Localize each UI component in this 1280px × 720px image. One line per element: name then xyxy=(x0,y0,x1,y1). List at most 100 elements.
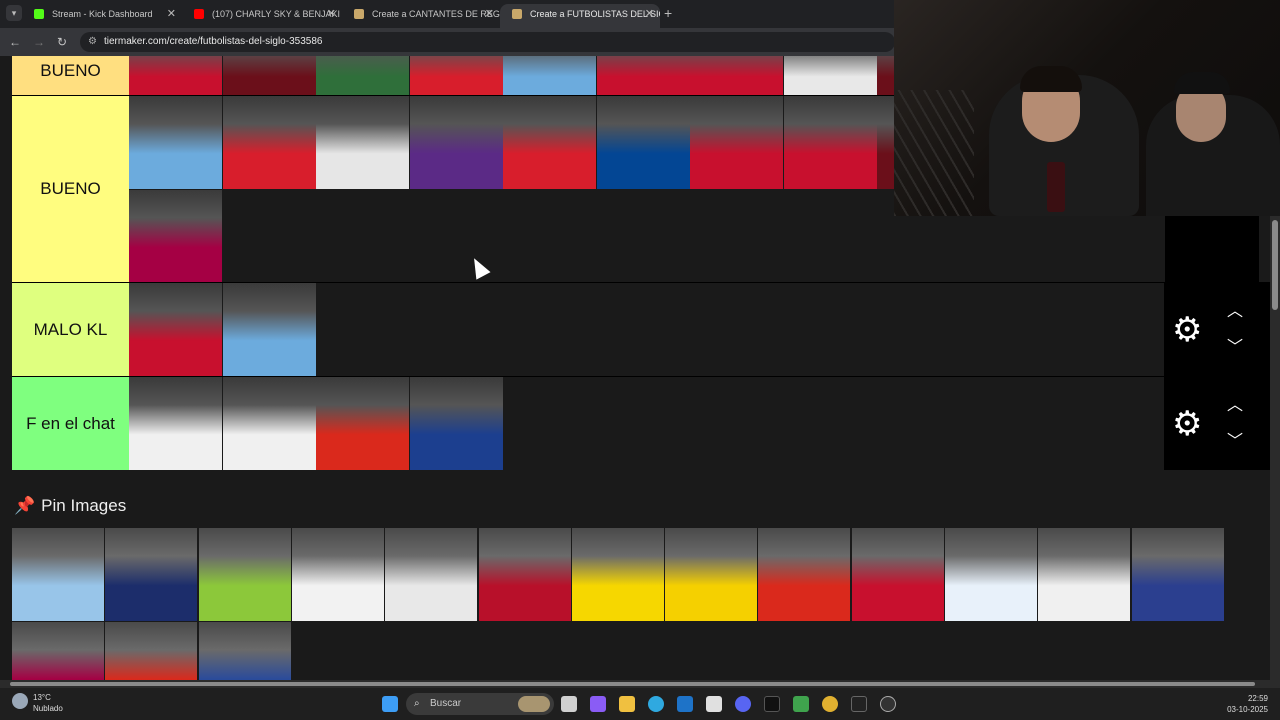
app-icon[interactable] xyxy=(880,696,896,712)
weather-temp: 13°C xyxy=(33,693,51,702)
gear-icon[interactable]: ⚙ xyxy=(1172,313,1202,347)
tier-label[interactable]: BUENO xyxy=(12,56,129,95)
scroll-thumb[interactable] xyxy=(10,682,1255,686)
pin-images-heading: 📌 Pin Images xyxy=(14,496,126,516)
player-image[interactable] xyxy=(478,528,571,621)
player-image[interactable] xyxy=(129,377,222,470)
close-icon[interactable]: ✕ xyxy=(485,4,494,24)
cup xyxy=(1047,162,1065,212)
forward-button[interactable]: → xyxy=(33,34,45,50)
player-image[interactable] xyxy=(198,528,291,621)
player-image[interactable] xyxy=(12,622,104,680)
player-image[interactable] xyxy=(851,528,944,621)
player-image[interactable] xyxy=(129,190,222,283)
move-up-icon[interactable]: ︿ xyxy=(1224,304,1246,320)
file-explorer-icon[interactable] xyxy=(619,696,635,712)
gear-icon[interactable]: ⚙ xyxy=(1172,407,1202,441)
tier-controls: ⚙ ︿ ﹀ xyxy=(1164,377,1270,470)
scroll-thumb[interactable] xyxy=(1272,220,1278,310)
url-field[interactable]: ⚙ tiermaker.com/create/futbolistas-del-s… xyxy=(80,32,895,52)
player-image[interactable] xyxy=(129,283,222,376)
player-image[interactable] xyxy=(222,377,316,470)
player-image[interactable] xyxy=(571,528,664,621)
url-text: tiermaker.com/create/futbolistas-del-sig… xyxy=(104,36,323,47)
player-image[interactable] xyxy=(1038,528,1131,621)
site-info-icon[interactable]: ⚙ xyxy=(88,32,97,52)
player-image[interactable] xyxy=(665,528,758,621)
webcam-overlay xyxy=(894,0,1280,216)
tier-label[interactable]: BUENO xyxy=(12,96,129,282)
back-button[interactable]: ← xyxy=(9,34,21,50)
app-icon[interactable] xyxy=(851,696,867,712)
player-image[interactable] xyxy=(409,377,503,470)
clock-time: 22:59 xyxy=(1247,694,1268,703)
player-image[interactable] xyxy=(409,96,503,189)
tab-kick-dashboard[interactable]: Stream - Kick Dashboard ✕ xyxy=(22,4,182,28)
tiermaker-favicon-icon xyxy=(354,9,364,19)
cobweb-decoration xyxy=(894,90,974,216)
player-image[interactable] xyxy=(783,96,877,189)
player-image[interactable] xyxy=(291,528,384,621)
player-image[interactable] xyxy=(129,96,222,189)
tab-title: Create a CANTANTES DE REGG xyxy=(372,9,500,19)
player-image[interactable] xyxy=(385,528,478,621)
player-image[interactable] xyxy=(1131,528,1224,621)
windows-start-icon[interactable] xyxy=(382,696,398,712)
tab-youtube[interactable]: (107) CHARLY SKY & BENJAKI - ✕ xyxy=(182,4,342,28)
player-image[interactable] xyxy=(316,377,409,470)
player-image[interactable] xyxy=(503,96,596,189)
tab-search-icon[interactable]: ▾ xyxy=(6,5,22,21)
task-view-icon[interactable] xyxy=(561,696,577,712)
tier-items xyxy=(129,377,1164,470)
outlook-icon[interactable] xyxy=(677,696,693,712)
tab-futbolistas[interactable]: Create a FUTBOLISTAS DEL SIGL ✕ xyxy=(500,4,660,28)
kick-favicon-icon xyxy=(34,9,44,19)
move-down-icon[interactable]: ﹀ xyxy=(1224,434,1246,450)
player-image[interactable] xyxy=(105,528,198,621)
search-highlight-icon xyxy=(518,696,550,712)
player-image[interactable] xyxy=(12,528,104,621)
search-icon: ⌕ xyxy=(414,698,420,709)
close-icon[interactable]: ✕ xyxy=(167,4,176,24)
reload-button[interactable]: ↻ xyxy=(57,34,67,50)
new-tab-button[interactable]: + xyxy=(664,4,672,22)
pin-images-title: Pin Images xyxy=(41,496,127,515)
chrome-icon[interactable] xyxy=(822,696,838,712)
obs-icon[interactable] xyxy=(764,696,780,712)
streamer-hair xyxy=(1020,66,1082,92)
player-image[interactable] xyxy=(758,528,851,621)
tab-cantantes[interactable]: Create a CANTANTES DE REGG ✕ xyxy=(342,4,500,28)
tab-title: Create a FUTBOLISTAS DEL SIGL xyxy=(530,9,660,19)
store-icon[interactable] xyxy=(706,696,722,712)
tier-controls xyxy=(1165,216,1259,282)
youtube-favicon-icon xyxy=(194,9,204,19)
horizontal-scrollbar[interactable] xyxy=(0,680,1280,688)
player-image[interactable] xyxy=(316,96,409,189)
discord-icon[interactable] xyxy=(735,696,751,712)
tier-label[interactable]: F en el chat xyxy=(12,377,129,470)
address-bar-row: ← → ↻ ⚙ tiermaker.com/create/futbolistas… xyxy=(0,28,900,56)
system-clock[interactable]: 22:59 03-10-2025 xyxy=(1227,693,1268,715)
player-image[interactable] xyxy=(222,96,316,189)
player-image[interactable] xyxy=(198,622,291,680)
player-image[interactable] xyxy=(222,283,316,376)
player-image[interactable] xyxy=(105,622,198,680)
tier-row: F en el chat ⚙ ︿ ﹀ xyxy=(12,376,1270,470)
edge-icon[interactable] xyxy=(648,696,664,712)
tier-label[interactable]: MALO KL xyxy=(12,283,129,376)
player-image[interactable] xyxy=(945,528,1037,621)
close-icon[interactable]: ✕ xyxy=(645,4,654,24)
move-down-icon[interactable]: ﹀ xyxy=(1224,340,1246,356)
xbox-icon[interactable] xyxy=(793,696,809,712)
taskbar-search[interactable]: ⌕ Buscar xyxy=(406,693,554,715)
search-placeholder: Buscar xyxy=(430,698,462,709)
player-image[interactable] xyxy=(596,96,690,189)
close-icon[interactable]: ✕ xyxy=(327,4,336,24)
weather-desc: Nublado xyxy=(33,704,63,713)
clock-date: 03-10-2025 xyxy=(1227,705,1268,714)
move-up-icon[interactable]: ︿ xyxy=(1224,398,1246,414)
copilot-icon[interactable] xyxy=(590,696,606,712)
tab-title: Stream - Kick Dashboard xyxy=(52,9,153,19)
player-image[interactable] xyxy=(690,96,783,189)
taskbar: 13°C Nublado ⌕ Buscar 22:59 03-10-2025 xyxy=(0,688,1280,720)
